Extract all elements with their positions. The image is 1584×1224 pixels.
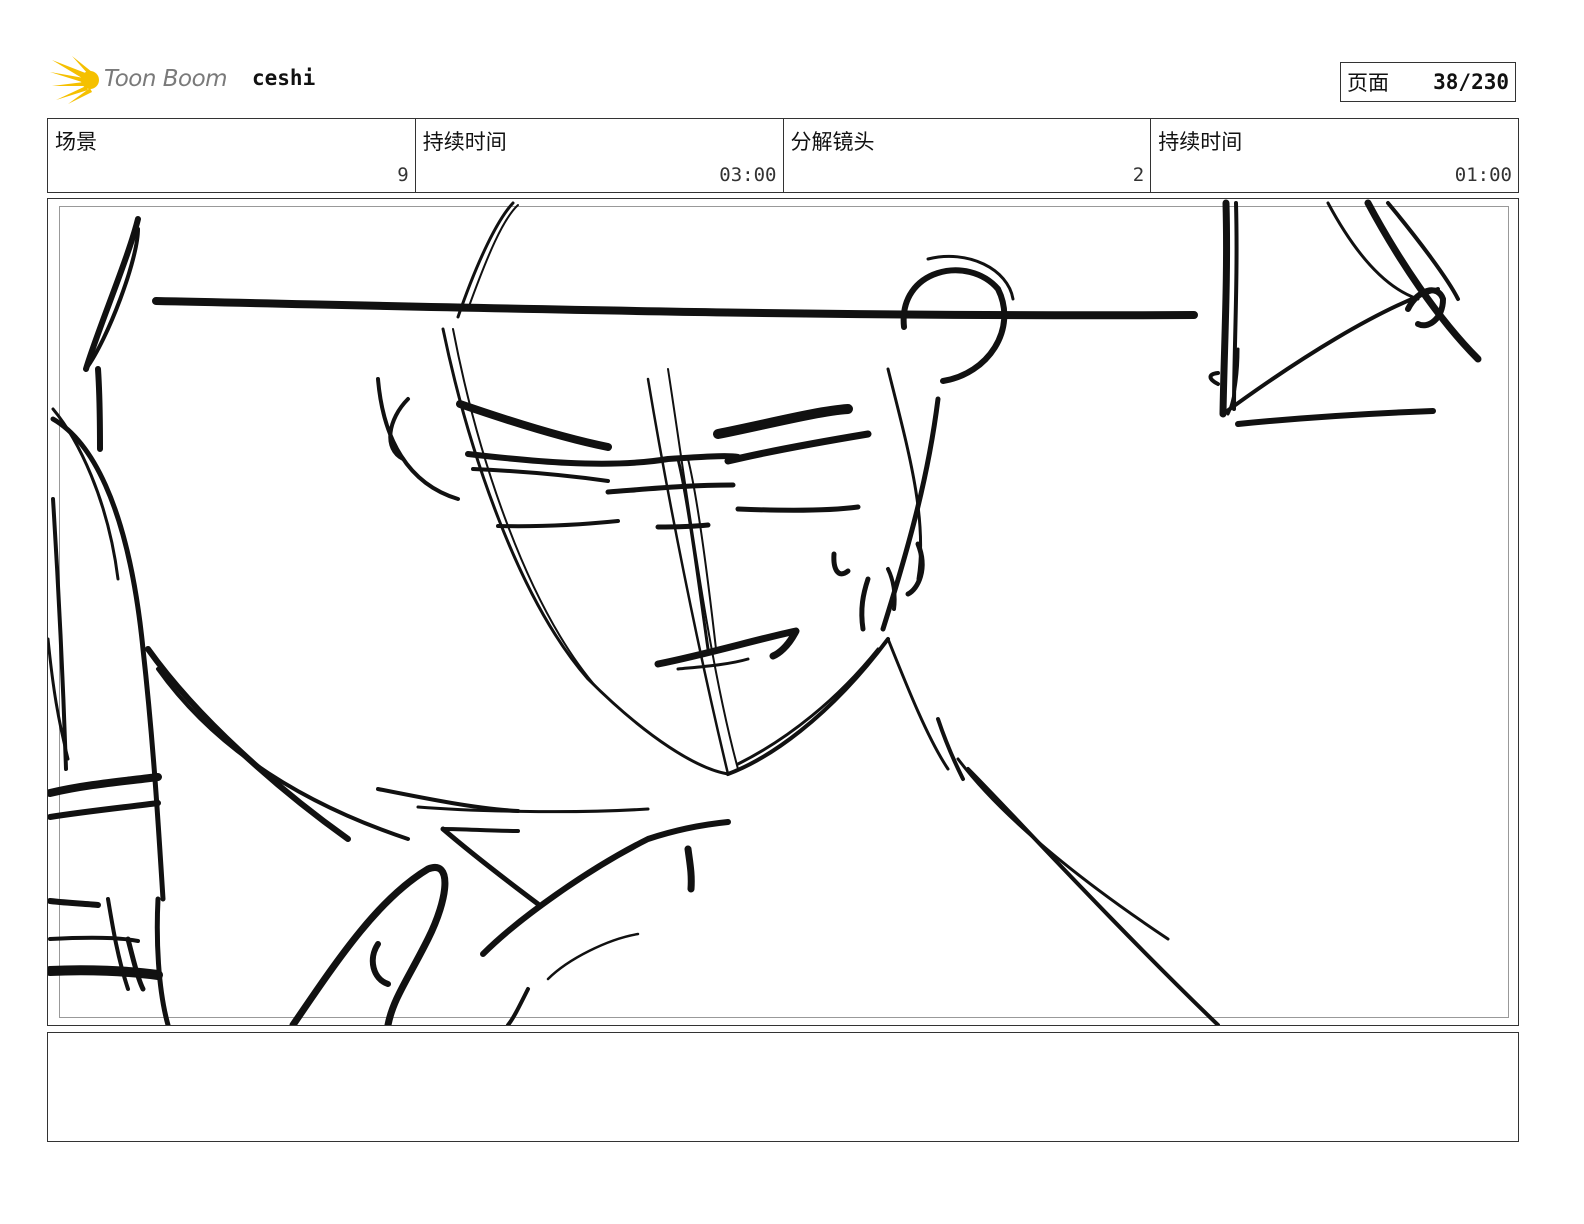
panel-duration-label: 持续时间 xyxy=(1158,130,1243,154)
panel-duration-value: 01:00 xyxy=(1454,164,1512,186)
scene-label: 场景 xyxy=(55,130,97,154)
scene-duration-value: 03:00 xyxy=(719,164,777,186)
panel-cell: 分解镜头 2 xyxy=(784,119,1152,192)
panel-value: 2 xyxy=(1132,164,1145,186)
toon-boom-logo: Toon Boom xyxy=(50,54,240,106)
panel-duration-cell: 持续时间 01:00 xyxy=(1151,119,1518,192)
page-number: 38/230 xyxy=(1433,70,1509,94)
panel-notes-area[interactable] xyxy=(47,1032,1519,1142)
page-indicator: 页面 38/230 xyxy=(1340,62,1516,102)
info-bar: 场景 9 持续时间 03:00 分解镜头 2 持续时间 01:00 xyxy=(47,118,1519,193)
scene-duration-label: 持续时间 xyxy=(422,130,507,154)
toon-boom-sun-icon xyxy=(50,56,99,104)
sketch-drawing xyxy=(48,199,1482,1025)
page-label: 页面 xyxy=(1347,71,1389,95)
panel-label: 分解镜头 xyxy=(790,130,875,154)
scene-cell: 场景 9 xyxy=(48,119,416,192)
logo-text: Toon Boom xyxy=(104,66,228,92)
storyboard-panel xyxy=(47,198,1519,1026)
scene-duration-cell: 持续时间 03:00 xyxy=(416,119,784,192)
project-name: ceshi xyxy=(252,66,316,90)
scene-value: 9 xyxy=(397,164,409,186)
